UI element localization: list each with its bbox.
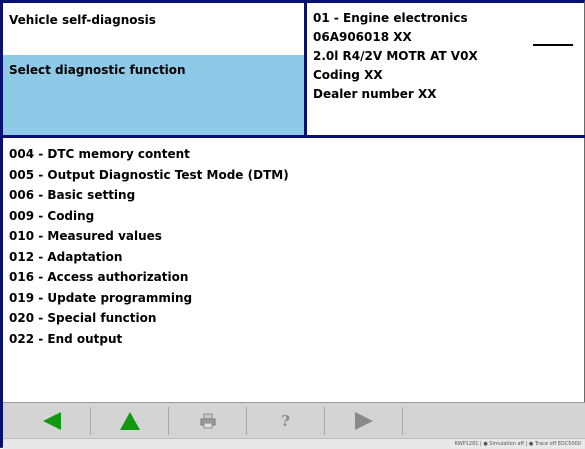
function-item[interactable]: 019 - Update programming (9, 288, 289, 309)
function-item[interactable]: 022 - End output (9, 329, 289, 350)
part-number: 06A906018 XX (313, 30, 412, 44)
function-item[interactable]: 016 - Access authorization (9, 267, 289, 288)
printer-icon (200, 413, 215, 429)
function-item[interactable]: 006 - Basic setting (9, 185, 289, 206)
up-arrow-icon (119, 412, 140, 430)
up-button[interactable] (91, 407, 169, 435)
function-item[interactable]: 009 - Coding (9, 206, 289, 227)
status-bar: KWP1281 | ● Simulation aff | ● Trace off… (3, 438, 585, 449)
function-item[interactable]: 005 - Output Diagnostic Test Mode (DTM) (9, 165, 289, 186)
back-arrow-icon (42, 412, 61, 430)
help-icon: ? (281, 412, 290, 430)
select-function-prompt: Select diagnostic function (3, 55, 304, 135)
header-panel: Vehicle self-diagnosis Select diagnostic… (3, 3, 585, 138)
function-item[interactable]: 012 - Adaptation (9, 247, 289, 268)
prompt-label: Select diagnostic function (9, 63, 186, 77)
dash-line (533, 44, 573, 46)
forward-button[interactable] (325, 407, 403, 435)
function-item[interactable]: 004 - DTC memory content (9, 144, 289, 165)
function-item[interactable]: 010 - Measured values (9, 226, 289, 247)
forward-arrow-icon (354, 412, 373, 430)
header-divider (304, 3, 307, 138)
help-button[interactable]: ? (247, 407, 325, 435)
dealer-number: Dealer number XX (313, 87, 437, 101)
back-button[interactable] (13, 407, 91, 435)
page-title: Vehicle self-diagnosis (9, 13, 156, 27)
print-button[interactable] (169, 407, 247, 435)
diagnosis-window: Vehicle self-diagnosis Select diagnostic… (0, 0, 585, 449)
toolbar: ? (3, 402, 585, 439)
ecu-name: 01 - Engine electronics (313, 11, 468, 25)
function-item[interactable]: 020 - Special function (9, 308, 289, 329)
engine-code: 2.0l R4/2V MOTR AT V0X (313, 49, 478, 63)
ecu-info: 01 - Engine electronics 06A906018 XX 2.0… (313, 9, 478, 104)
function-list: 004 - DTC memory content 005 - Output Di… (9, 144, 289, 349)
coding-value: Coding XX (313, 68, 383, 82)
